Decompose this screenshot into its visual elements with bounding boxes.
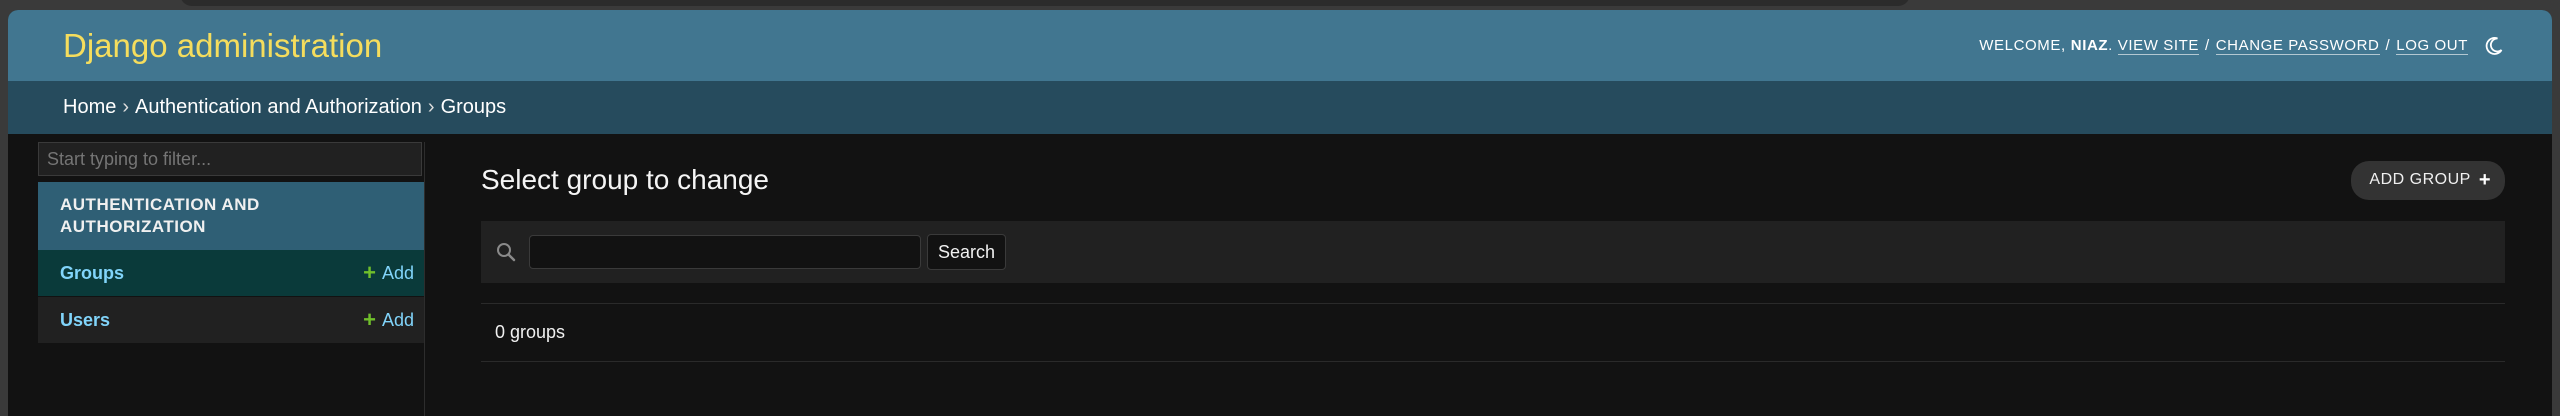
site-header: Django administration Welcome, niaz . Vi… bbox=[8, 10, 2552, 81]
module-caption-auth[interactable]: Authentication and Authorization bbox=[38, 182, 424, 250]
breadcrumb-app[interactable]: Authentication and Authorization bbox=[135, 96, 422, 119]
plus-icon: + bbox=[2478, 168, 2491, 191]
title-row: Select group to change Add group + bbox=[481, 150, 2505, 210]
add-label: Add bbox=[381, 262, 414, 283]
add-user-link[interactable]: + Add bbox=[363, 309, 414, 331]
punctuation: . bbox=[2108, 37, 2118, 54]
separator: / bbox=[2385, 37, 2391, 54]
changelist-search-toolbar: Search bbox=[481, 221, 2505, 283]
breadcrumb-separator: › bbox=[427, 96, 435, 118]
view-site-link[interactable]: View site bbox=[2117, 37, 2199, 55]
add-group-link[interactable]: + Add bbox=[363, 262, 414, 284]
add-group-label: Add group bbox=[2369, 171, 2471, 188]
model-link-users[interactable]: Users bbox=[60, 310, 110, 331]
search-input[interactable] bbox=[529, 235, 921, 269]
admin-window: Django administration Welcome, niaz . Vi… bbox=[8, 10, 2552, 416]
separator: / bbox=[2204, 37, 2210, 54]
search-button[interactable]: Search bbox=[927, 234, 1007, 270]
log-out-link[interactable]: Log out bbox=[2396, 37, 2468, 55]
add-label: Add bbox=[381, 309, 414, 330]
os-top-bar bbox=[180, 0, 1910, 6]
main-content: Select group to change Add group + Searc… bbox=[481, 142, 2505, 362]
site-brand[interactable]: Django administration bbox=[63, 27, 382, 65]
sidebar-item-users: Users + Add bbox=[38, 296, 424, 343]
breadcrumb: Home › Authentication and Authorization … bbox=[8, 81, 2552, 134]
search-icon bbox=[495, 241, 517, 263]
user-tools: Welcome, niaz . View site / Change passw… bbox=[1979, 36, 2504, 56]
change-password-link[interactable]: Change password bbox=[2215, 37, 2380, 55]
moon-icon[interactable] bbox=[2484, 36, 2504, 56]
username: niaz bbox=[2070, 37, 2109, 54]
welcome-text: Welcome, bbox=[1979, 37, 2066, 54]
sidebar-item-groups: Groups + Add bbox=[38, 250, 424, 296]
breadcrumb-home[interactable]: Home bbox=[63, 96, 116, 119]
model-link-groups[interactable]: Groups bbox=[60, 263, 124, 284]
plus-icon: + bbox=[363, 307, 376, 332]
nav-filter-input[interactable] bbox=[38, 142, 422, 176]
content-area: Authentication and Authorization Groups … bbox=[8, 134, 2552, 416]
plus-icon: + bbox=[363, 260, 376, 285]
breadcrumb-current: Groups bbox=[440, 96, 507, 118]
breadcrumb-separator: › bbox=[122, 96, 130, 118]
page-title: Select group to change bbox=[481, 164, 769, 195]
add-group-button[interactable]: Add group + bbox=[2351, 160, 2505, 200]
nav-sidebar: Authentication and Authorization Groups … bbox=[38, 142, 425, 416]
result-count: 0 groups bbox=[481, 304, 2505, 362]
